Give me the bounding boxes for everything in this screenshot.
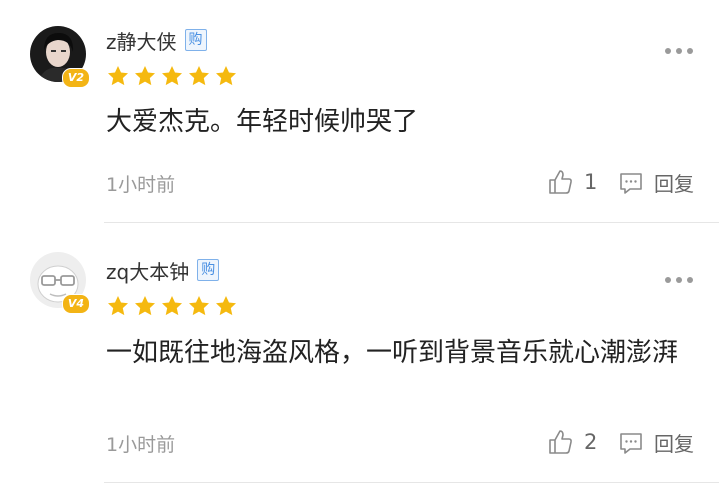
rating-stars xyxy=(106,64,238,88)
reply-button[interactable]: 回复 xyxy=(618,428,694,457)
star-icon xyxy=(108,66,128,86)
star-icon xyxy=(135,66,155,86)
avatar[interactable]: V4 xyxy=(30,252,90,314)
star-icon xyxy=(216,66,236,86)
thumb-up-icon xyxy=(549,430,572,454)
reply-button[interactable]: 回复 xyxy=(618,168,694,197)
rating-stars xyxy=(106,294,238,318)
comment-text: 一如既往地海盗风格，一听到背景音乐就心潮澎湃 xyxy=(106,338,679,368)
divider xyxy=(104,482,719,483)
reply-label: 回复 xyxy=(654,172,694,196)
level-badge: V2 xyxy=(62,68,90,88)
comment-item: V2 z静大侠 购 大爱杰克。年轻时候帅哭了 1小时前 1 回复 xyxy=(0,0,719,224)
comment-text: 大爱杰克。年轻时候帅哭了 xyxy=(106,107,419,137)
more-dots-icon[interactable] xyxy=(665,277,693,283)
star-icon xyxy=(162,296,182,316)
star-icon xyxy=(189,296,209,316)
star-icon xyxy=(189,66,209,86)
like-count: 1 xyxy=(584,170,598,194)
purchased-badge: 购 xyxy=(197,259,220,281)
avatar[interactable]: V2 xyxy=(30,26,90,88)
username[interactable]: zq大本钟 xyxy=(106,256,189,285)
username[interactable]: z静大侠 xyxy=(106,26,177,55)
comment-item: V4 zq大本钟 购 一如既往地海盗风格，一听到背景音乐就心潮澎湃 1小时前 2… xyxy=(0,224,719,486)
thumb-up-icon xyxy=(549,170,572,194)
purchased-badge: 购 xyxy=(184,29,207,51)
timestamp: 1小时前 xyxy=(106,174,176,196)
like-button[interactable]: 2 xyxy=(546,428,597,456)
star-icon xyxy=(135,296,155,316)
like-count: 2 xyxy=(584,430,598,454)
like-button[interactable]: 1 xyxy=(546,168,597,196)
divider xyxy=(104,222,719,223)
comment-bubble-icon xyxy=(620,172,642,194)
star-icon xyxy=(216,296,236,316)
more-dots-icon[interactable] xyxy=(665,48,693,54)
star-icon xyxy=(162,66,182,86)
star-icon xyxy=(108,296,128,316)
level-badge: V4 xyxy=(62,294,90,314)
comment-bubble-icon xyxy=(620,432,642,454)
timestamp: 1小时前 xyxy=(106,434,176,456)
reply-label: 回复 xyxy=(654,432,694,456)
